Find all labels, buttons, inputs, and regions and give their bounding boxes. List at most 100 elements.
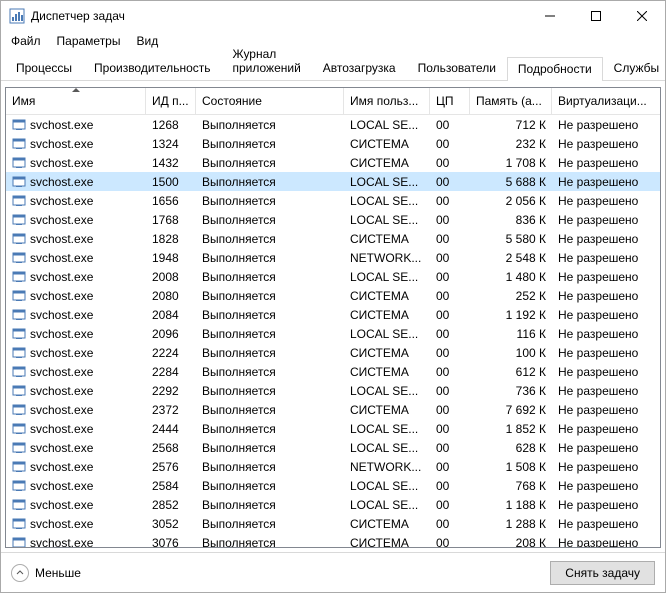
cell-name: svchost.exe bbox=[6, 175, 146, 189]
maximize-button[interactable] bbox=[573, 1, 619, 31]
col-cpu[interactable]: ЦП bbox=[430, 88, 470, 114]
cell-name: svchost.exe bbox=[6, 441, 146, 455]
fewer-details-button[interactable]: Меньше bbox=[11, 564, 81, 582]
chevron-up-icon bbox=[11, 564, 29, 582]
table-row[interactable]: svchost.exe2224ВыполняетсяСИСТЕМА00100 К… bbox=[6, 343, 660, 362]
table-row[interactable]: svchost.exe2852ВыполняетсяLOCAL SE...001… bbox=[6, 495, 660, 514]
cell-name: svchost.exe bbox=[6, 232, 146, 246]
col-status[interactable]: Состояние bbox=[196, 88, 344, 114]
table-row[interactable]: svchost.exe2372ВыполняетсяСИСТЕМА007 692… bbox=[6, 400, 660, 419]
cell-memory: 1 852 К bbox=[470, 422, 552, 436]
tab-processes[interactable]: Процессы bbox=[5, 56, 83, 80]
cell-name: svchost.exe bbox=[6, 403, 146, 417]
minimize-button[interactable] bbox=[527, 1, 573, 31]
cell-user: СИСТЕМА bbox=[344, 346, 430, 360]
table-row[interactable]: svchost.exe3076ВыполняетсяСИСТЕМА00208 К… bbox=[6, 533, 660, 547]
cell-memory: 1 188 К bbox=[470, 498, 552, 512]
table-row[interactable]: svchost.exe2444ВыполняетсяLOCAL SE...001… bbox=[6, 419, 660, 438]
cell-status: Выполняется bbox=[196, 498, 344, 512]
cell-cpu: 00 bbox=[430, 460, 470, 474]
table-row[interactable]: svchost.exe2008ВыполняетсяLOCAL SE...001… bbox=[6, 267, 660, 286]
tab-app-history[interactable]: Журнал приложений bbox=[222, 42, 312, 80]
cell-cpu: 00 bbox=[430, 175, 470, 189]
cell-pid: 2292 bbox=[146, 384, 196, 398]
cell-pid: 2224 bbox=[146, 346, 196, 360]
cell-user: LOCAL SE... bbox=[344, 422, 430, 436]
menu-options[interactable]: Параметры bbox=[51, 32, 127, 50]
table-row[interactable]: svchost.exe2576ВыполняетсяNETWORK...001 … bbox=[6, 457, 660, 476]
cell-name: svchost.exe bbox=[6, 327, 146, 341]
cell-user: NETWORK... bbox=[344, 251, 430, 265]
cell-user: СИСТЕМА bbox=[344, 232, 430, 246]
table-row[interactable]: svchost.exe1268ВыполняетсяLOCAL SE...007… bbox=[6, 115, 660, 134]
cell-status: Выполняется bbox=[196, 175, 344, 189]
col-user[interactable]: Имя польз... bbox=[344, 88, 430, 114]
cell-pid: 1268 bbox=[146, 118, 196, 132]
table-row[interactable]: svchost.exe1828ВыполняетсяСИСТЕМА005 580… bbox=[6, 229, 660, 248]
tab-details[interactable]: Подробности bbox=[507, 57, 603, 81]
cell-user: СИСТЕМА bbox=[344, 403, 430, 417]
table-row[interactable]: svchost.exe2292ВыполняетсяLOCAL SE...007… bbox=[6, 381, 660, 400]
cell-cpu: 00 bbox=[430, 346, 470, 360]
table-row[interactable]: svchost.exe1432ВыполняетсяСИСТЕМА001 708… bbox=[6, 153, 660, 172]
cell-user: NETWORK... bbox=[344, 460, 430, 474]
cell-memory: 5 580 К bbox=[470, 232, 552, 246]
tab-users[interactable]: Пользователи bbox=[407, 56, 507, 80]
cell-cpu: 00 bbox=[430, 118, 470, 132]
cell-virt: Не разрешено bbox=[552, 232, 660, 246]
cell-pid: 2080 bbox=[146, 289, 196, 303]
menu-view[interactable]: Вид bbox=[130, 32, 164, 50]
cell-virt: Не разрешено bbox=[552, 384, 660, 398]
cell-name: svchost.exe bbox=[6, 308, 146, 322]
menu-bar: Файл Параметры Вид bbox=[1, 31, 665, 51]
cell-name: svchost.exe bbox=[6, 156, 146, 170]
cell-name: svchost.exe bbox=[6, 384, 146, 398]
cell-status: Выполняется bbox=[196, 517, 344, 531]
cell-status: Выполняется bbox=[196, 156, 344, 170]
cell-status: Выполняется bbox=[196, 327, 344, 341]
table-row[interactable]: svchost.exe2284ВыполняетсяСИСТЕМА00612 К… bbox=[6, 362, 660, 381]
col-virt[interactable]: Виртуализаци... bbox=[552, 88, 660, 114]
cell-status: Выполняется bbox=[196, 479, 344, 493]
cell-memory: 1 192 К bbox=[470, 308, 552, 322]
table-row[interactable]: svchost.exe2084ВыполняетсяСИСТЕМА001 192… bbox=[6, 305, 660, 324]
cell-virt: Не разрешено bbox=[552, 460, 660, 474]
cell-pid: 2444 bbox=[146, 422, 196, 436]
cell-virt: Не разрешено bbox=[552, 422, 660, 436]
cell-cpu: 00 bbox=[430, 308, 470, 322]
table-row[interactable]: svchost.exe1768ВыполняетсяLOCAL SE...008… bbox=[6, 210, 660, 229]
close-button[interactable] bbox=[619, 1, 665, 31]
end-task-button[interactable]: Снять задачу bbox=[550, 561, 655, 585]
table-body[interactable]: svchost.exe1268ВыполняетсяLOCAL SE...007… bbox=[6, 115, 660, 547]
col-name[interactable]: Имя bbox=[6, 88, 146, 114]
table-row[interactable]: svchost.exe2584ВыполняетсяLOCAL SE...007… bbox=[6, 476, 660, 495]
footer: Меньше Снять задачу bbox=[1, 552, 665, 592]
table-row[interactable]: svchost.exe1656ВыполняетсяLOCAL SE...002… bbox=[6, 191, 660, 210]
tab-services[interactable]: Службы bbox=[603, 56, 666, 80]
cell-status: Выполняется bbox=[196, 346, 344, 360]
cell-cpu: 00 bbox=[430, 422, 470, 436]
window-title: Диспетчер задач bbox=[31, 9, 527, 23]
cell-pid: 2568 bbox=[146, 441, 196, 455]
table-row[interactable]: svchost.exe2080ВыполняетсяСИСТЕМА00252 К… bbox=[6, 286, 660, 305]
cell-memory: 736 К bbox=[470, 384, 552, 398]
table-row[interactable]: svchost.exe2096ВыполняетсяLOCAL SE...001… bbox=[6, 324, 660, 343]
cell-memory: 116 К bbox=[470, 327, 552, 341]
cell-name: svchost.exe bbox=[6, 498, 146, 512]
cell-user: LOCAL SE... bbox=[344, 270, 430, 284]
col-memory[interactable]: Память (а... bbox=[470, 88, 552, 114]
table-row[interactable]: svchost.exe3052ВыполняетсяСИСТЕМА001 288… bbox=[6, 514, 660, 533]
cell-virt: Не разрешено bbox=[552, 346, 660, 360]
tab-performance[interactable]: Производительность bbox=[83, 56, 221, 80]
tab-startup[interactable]: Автозагрузка bbox=[312, 56, 407, 80]
col-pid[interactable]: ИД п... bbox=[146, 88, 196, 114]
table-row[interactable]: svchost.exe1948ВыполняетсяNETWORK...002 … bbox=[6, 248, 660, 267]
table-row[interactable]: svchost.exe2568ВыполняетсяLOCAL SE...006… bbox=[6, 438, 660, 457]
table-row[interactable]: svchost.exe1324ВыполняетсяСИСТЕМА00232 К… bbox=[6, 134, 660, 153]
cell-memory: 1 708 К bbox=[470, 156, 552, 170]
menu-file[interactable]: Файл bbox=[5, 32, 47, 50]
table-row[interactable]: svchost.exe1500ВыполняетсяLOCAL SE...005… bbox=[6, 172, 660, 191]
cell-status: Выполняется bbox=[196, 384, 344, 398]
cell-pid: 3052 bbox=[146, 517, 196, 531]
cell-pid: 1432 bbox=[146, 156, 196, 170]
